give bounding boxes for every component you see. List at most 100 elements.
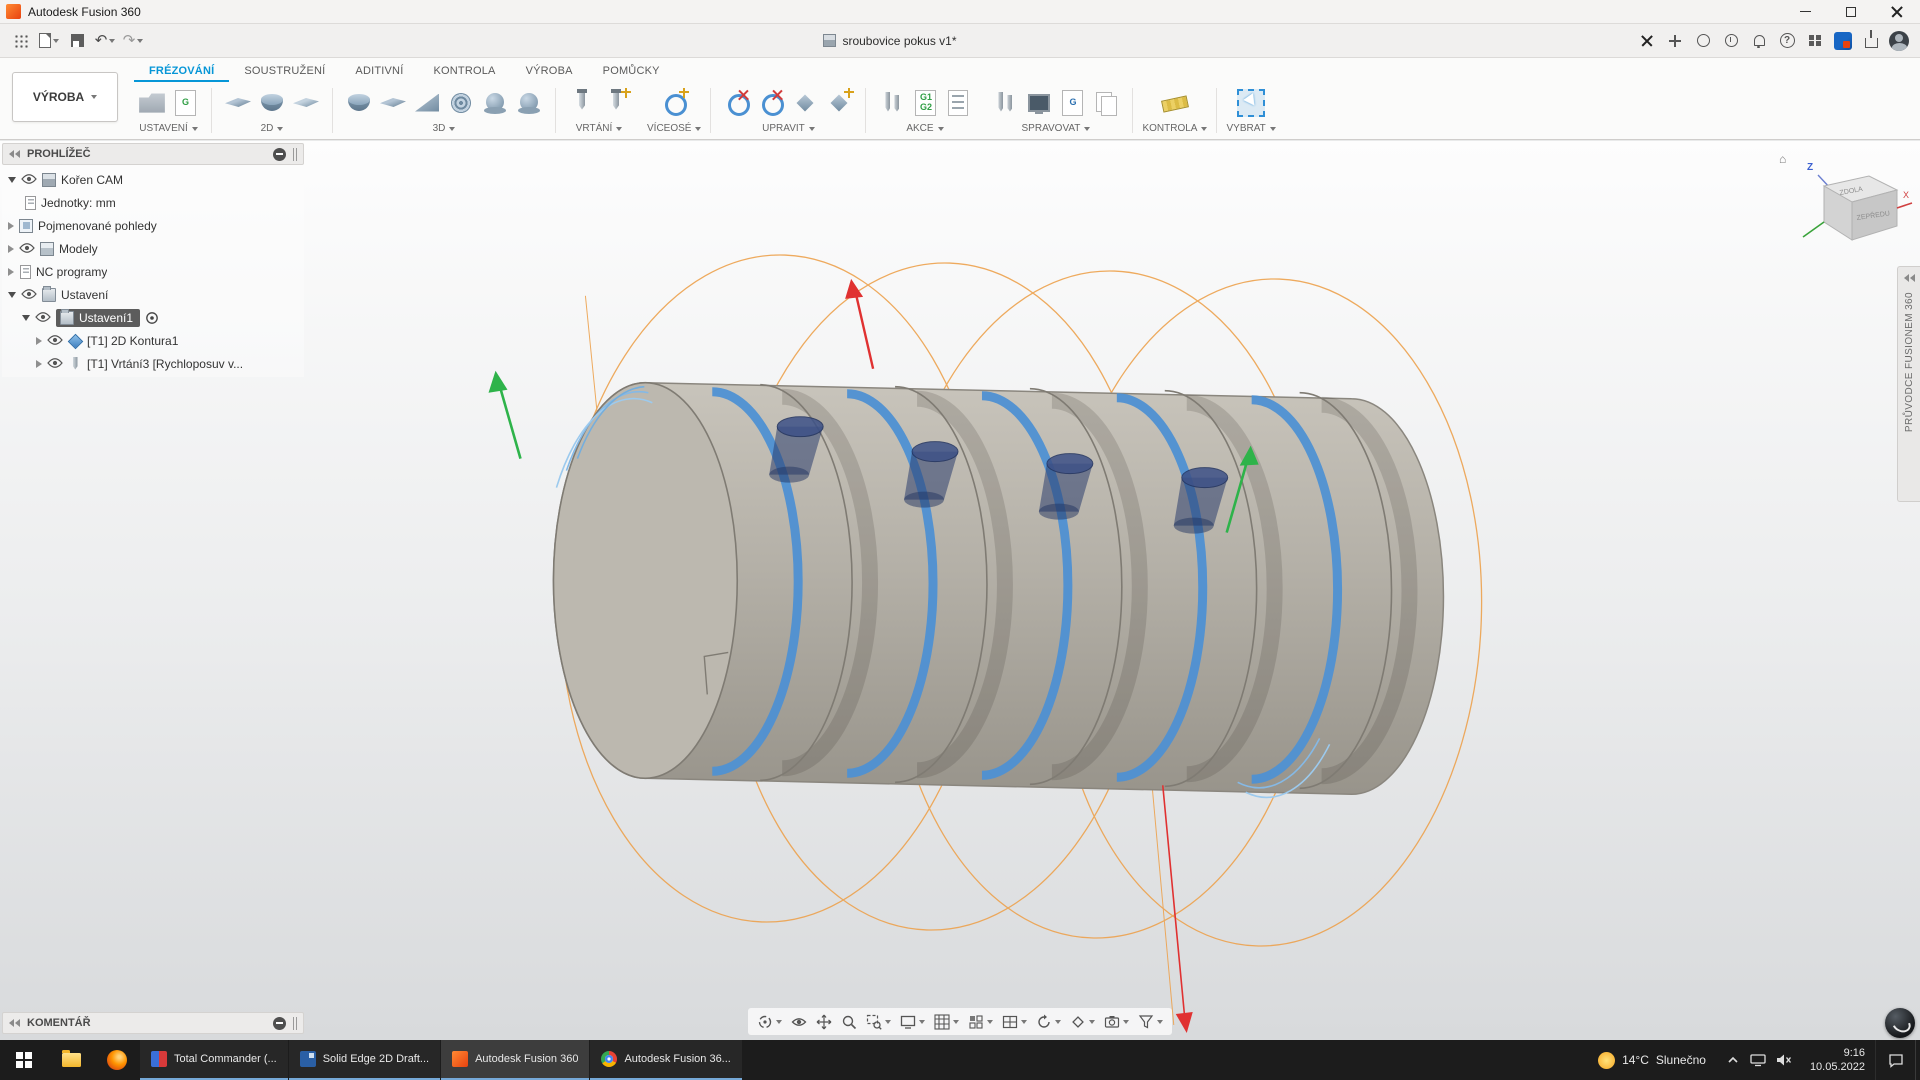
drill-pattern-icon[interactable] <box>602 89 630 117</box>
tree-item-setups[interactable]: Ustavení <box>2 283 304 306</box>
tab-kontrola[interactable]: KONTROLA <box>418 61 510 82</box>
close-document-tab-button[interactable] <box>1634 27 1660 55</box>
taskbar-app-fusion-360[interactable]: Autodesk Fusion 360 <box>441 1040 589 1080</box>
tree-item-nc-programs[interactable]: NC programy <box>2 260 304 283</box>
notifications-button[interactable] <box>1746 27 1772 55</box>
taskbar-app-fusion-browser[interactable]: Autodesk Fusion 36... <box>590 1040 741 1080</box>
group-dropdown-akce[interactable]: AKCE <box>906 121 943 138</box>
tab-aditivni[interactable]: ADITIVNÍ <box>340 61 418 82</box>
assistant-bubble[interactable] <box>1885 1008 1915 1038</box>
2d-face-icon[interactable] <box>224 89 252 117</box>
browser-header[interactable]: PROHLÍŽEČ <box>2 143 304 165</box>
maximize-button[interactable] <box>1828 0 1874 23</box>
weather-widget[interactable]: 14°C Slunečno <box>1586 1040 1718 1080</box>
visibility-eye-icon[interactable] <box>47 358 63 369</box>
expander-icon[interactable] <box>8 222 14 230</box>
profile-button[interactable] <box>1886 27 1912 55</box>
firefox-button[interactable] <box>94 1040 140 1080</box>
minimize-comment-icon[interactable] <box>273 1017 286 1030</box>
task-manager-icon[interactable] <box>1025 89 1053 117</box>
tab-vyroba[interactable]: VÝROBA <box>511 61 588 82</box>
start-button[interactable] <box>0 1040 48 1080</box>
expand-guide-icon[interactable] <box>1904 274 1915 282</box>
document-tab[interactable]: sroubovice pokus v1* <box>813 30 966 52</box>
file-menu-button[interactable] <box>36 27 62 55</box>
workspace-selector[interactable]: VÝROBA <box>12 72 118 122</box>
action-center-button[interactable] <box>1875 1040 1915 1080</box>
viewcube[interactable]: ⌂ Z ZDOLA ZEPŘEDU X <box>1774 148 1914 266</box>
tree-item-setup1[interactable]: Ustavení1 <box>2 306 304 329</box>
setup-sheet-icon[interactable] <box>948 90 968 116</box>
measure-icon[interactable] <box>1161 89 1189 117</box>
brand-badge-button[interactable] <box>1830 27 1856 55</box>
edit-geometry-icon[interactable] <box>791 89 819 117</box>
minimize-button[interactable] <box>1782 0 1828 23</box>
multiaxis-icon[interactable] <box>660 89 688 117</box>
group-dropdown-3d[interactable]: 3D <box>433 121 456 138</box>
share-button[interactable] <box>1858 27 1884 55</box>
tab-soustruzeni[interactable]: SOUSTRUŽENÍ <box>229 61 340 82</box>
collapse-panel-icon[interactable] <box>9 150 20 158</box>
extensions-button[interactable] <box>1690 27 1716 55</box>
tree-item-cam-root[interactable]: Kořen CAM <box>2 168 304 191</box>
undo-button[interactable]: ↶ <box>92 27 118 55</box>
visibility-eye-icon[interactable] <box>21 174 37 185</box>
3d-flat-icon[interactable] <box>379 89 407 117</box>
file-explorer-button[interactable] <box>48 1040 94 1080</box>
visibility-eye-icon[interactable] <box>35 312 51 323</box>
add-geometry-icon[interactable] <box>825 89 853 117</box>
2d-adaptive-icon[interactable] <box>258 89 286 117</box>
panel-grip-icon[interactable] <box>293 148 297 161</box>
orbit-button[interactable] <box>753 1011 786 1033</box>
network-icon[interactable] <box>1750 1053 1766 1067</box>
visibility-eye-icon[interactable] <box>21 289 37 300</box>
expander-icon[interactable] <box>36 360 42 368</box>
group-dropdown-upravit[interactable]: UPRAVIT <box>762 121 815 138</box>
gcode-editor-icon[interactable]: G <box>1062 90 1083 116</box>
3d-scallop-icon[interactable] <box>515 89 543 117</box>
tool-library-icon[interactable] <box>991 89 1019 117</box>
group-dropdown-kontrola[interactable]: KONTROLA <box>1142 121 1207 138</box>
clock-widget[interactable]: 9:16 10.05.2022 <box>1800 1040 1875 1080</box>
selected-item-chip[interactable]: Ustavení1 <box>56 309 140 327</box>
active-setup-target-icon[interactable] <box>145 311 159 325</box>
home-icon[interactable]: ⌂ <box>1779 152 1786 166</box>
tree-item-units[interactable]: Jednotky: mm <box>2 191 304 214</box>
simulate-icon[interactable] <box>878 89 906 117</box>
expander-icon[interactable] <box>8 177 16 183</box>
group-dropdown-2d[interactable]: 2D <box>261 121 284 138</box>
group-dropdown-vrtani[interactable]: VRTÁNÍ <box>576 121 623 138</box>
visual-effects-button[interactable] <box>1066 1011 1099 1033</box>
app-grid-menu-button[interactable] <box>8 27 34 55</box>
group-dropdown-viceose[interactable]: VÍCEOSÉ <box>647 121 701 138</box>
tab-frezovani[interactable]: FRÉZOVÁNÍ <box>134 61 229 82</box>
zoom-window-button[interactable] <box>862 1011 895 1033</box>
volume-muted-icon[interactable] <box>1776 1053 1792 1067</box>
group-dropdown-ustaveni[interactable]: USTAVENÍ <box>139 121 198 138</box>
pan-button[interactable] <box>812 1011 836 1033</box>
3d-adaptive-icon[interactable] <box>345 89 373 117</box>
taskbar-app-total-commander[interactable]: Total Commander (... <box>140 1040 288 1080</box>
capture-image-button[interactable] <box>1100 1011 1133 1033</box>
visibility-eye-icon[interactable] <box>47 335 63 346</box>
tree-item-2d-contour[interactable]: [T1] 2D Kontura1 <box>2 329 304 352</box>
save-button[interactable] <box>64 27 90 55</box>
apps-panel-button[interactable] <box>1802 27 1828 55</box>
close-button[interactable] <box>1874 0 1920 23</box>
new-setup-icon[interactable] <box>138 89 166 117</box>
visibility-filter-button[interactable] <box>1134 1011 1167 1033</box>
drill-icon[interactable] <box>568 89 596 117</box>
group-dropdown-vybrat[interactable]: VYBRAT <box>1226 121 1275 138</box>
show-desktop-button[interactable] <box>1915 1040 1920 1080</box>
trim-toolpath-icon[interactable] <box>723 89 751 117</box>
look-at-button[interactable] <box>787 1011 811 1033</box>
setup-gcode-sheet-icon[interactable]: G <box>175 90 196 116</box>
group-dropdown-spravovat[interactable]: SPRAVOVAT <box>1022 121 1091 138</box>
help-button[interactable]: ? <box>1774 27 1800 55</box>
snap-settings-button[interactable] <box>964 1011 997 1033</box>
tab-pomucky[interactable]: POMŮCKY <box>588 61 675 82</box>
delete-passes-icon[interactable] <box>757 89 785 117</box>
refresh-view-button[interactable] <box>1032 1011 1065 1033</box>
job-status-button[interactable] <box>1718 27 1744 55</box>
viewports-button[interactable] <box>998 1011 1031 1033</box>
